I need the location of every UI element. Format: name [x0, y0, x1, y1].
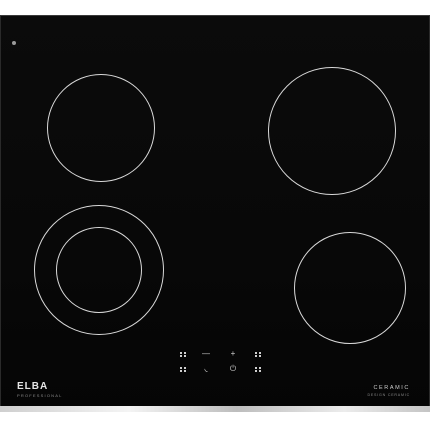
keypad-icon[interactable] — [176, 348, 190, 360]
cooking-zone-front-right — [294, 232, 406, 344]
plus-icon[interactable]: + — [226, 348, 240, 360]
series-label: CERAMIC — [373, 385, 410, 391]
keypad-icon[interactable] — [251, 348, 265, 360]
keypad-icon[interactable] — [251, 363, 265, 375]
stainless-trim — [0, 406, 430, 412]
power-icon[interactable]: ⏻ — [226, 363, 240, 375]
cooking-zone-rear-right — [268, 67, 396, 195]
brand-logo: ELBA — [17, 381, 49, 392]
series-subtitle: DESIGN CERAMIC — [367, 393, 410, 397]
cooking-zone-rear-left — [47, 74, 155, 182]
minus-icon[interactable]: — — [199, 348, 213, 360]
brand-subtitle: PROFESSIONAL — [17, 393, 63, 398]
keypad-icon[interactable] — [176, 363, 190, 375]
cooking-zone-front-left-inner — [56, 227, 142, 313]
residual-heat-indicator — [12, 41, 16, 45]
pan-icon[interactable]: ◟ — [199, 363, 213, 375]
